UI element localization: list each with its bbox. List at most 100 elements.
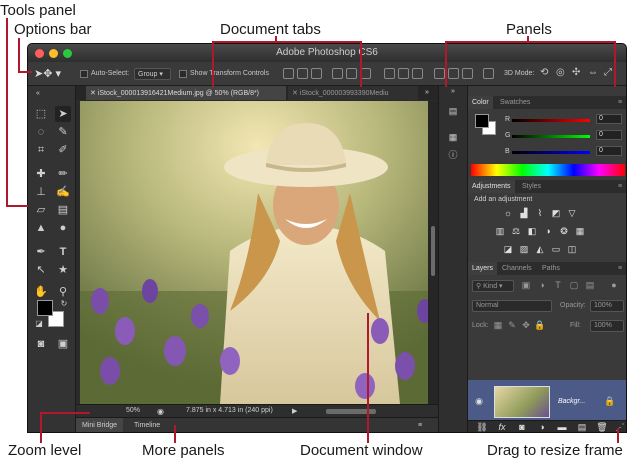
curves-icon[interactable]: ⌇ (534, 208, 546, 219)
b-value-field[interactable]: 0 (596, 146, 622, 156)
vertical-scroll-thumb[interactable] (431, 226, 435, 276)
lasso-tool-icon[interactable]: ◌ (33, 124, 49, 140)
distribute-top-icon[interactable] (384, 68, 395, 79)
zoom-level-field[interactable]: 50% (126, 407, 140, 414)
hand-tool-icon[interactable]: ✋ (33, 284, 49, 300)
gradient-tool-icon[interactable]: ▤ (55, 202, 71, 218)
align-hcenter-icon[interactable] (346, 68, 357, 79)
distribute-bottom-icon[interactable] (412, 68, 423, 79)
quick-mask-icon[interactable]: ◙ (33, 336, 49, 352)
dodge-tool-icon[interactable]: ● (55, 220, 71, 236)
document-tab-active[interactable]: ✕ iStock_000013916421Medium.jpg @ 50% (R… (86, 86, 286, 100)
properties-panel-icon[interactable]: ▦ (446, 132, 460, 144)
color-lookup-icon[interactable]: ▦ (574, 226, 586, 237)
distribute-vcenter-icon[interactable] (398, 68, 409, 79)
delete-layer-icon[interactable]: 🗑 (596, 422, 608, 432)
path-select-tool-icon[interactable]: ↖ (33, 262, 49, 278)
distribute-right-icon[interactable] (462, 68, 473, 79)
b-slider[interactable] (512, 151, 590, 154)
layer-kind-filter[interactable]: ⚲ Kind ▾ (472, 280, 514, 292)
adjustments-panel-menu-icon[interactable]: ≡ (614, 180, 626, 193)
tab-close-icon[interactable]: ✕ (292, 90, 300, 97)
collapse-tools-icon[interactable]: « (30, 86, 46, 102)
opacity-field[interactable]: 100% (590, 300, 624, 312)
exposure-icon[interactable]: ◩ (550, 208, 562, 219)
blur-tool-icon[interactable]: ▲ (33, 220, 49, 236)
distribute-left-icon[interactable] (434, 68, 445, 79)
levels-icon[interactable]: ▟ (518, 208, 530, 219)
color-foreground-swatch[interactable] (475, 114, 489, 128)
posterize-icon[interactable]: ▨ (518, 244, 530, 255)
tab-swatches[interactable]: Swatches (496, 96, 534, 109)
layers-panel-menu-icon[interactable]: ≡ (614, 262, 626, 275)
3d-slide-icon[interactable]: ⇔ (588, 67, 598, 78)
history-panel-icon[interactable]: ▤ (446, 106, 460, 118)
filter-pixel-icon[interactable]: ▣ (520, 280, 532, 291)
more-tabs-icon[interactable]: » (421, 86, 433, 100)
move-tool-preset-icon[interactable]: ➤✥ ▾ (34, 67, 61, 80)
3d-pan-icon[interactable]: ✣ (572, 67, 580, 78)
filter-shape-icon[interactable]: ▢ (568, 280, 580, 291)
crop-tool-icon[interactable]: ⌗ (33, 142, 49, 158)
eyedropper-tool-icon[interactable]: ✐ (55, 142, 71, 158)
g-value-field[interactable]: 0 (596, 130, 622, 140)
threshold-icon[interactable]: ◭ (534, 244, 546, 255)
tab-timeline[interactable]: Timeline (128, 418, 166, 432)
layer-style-icon[interactable]: fx (496, 422, 508, 432)
status-arrow-icon[interactable]: ▶ (292, 407, 297, 415)
brush-tool-icon[interactable]: ✏ (55, 166, 71, 182)
tab-layers[interactable]: Layers (468, 262, 498, 275)
align-left-icon[interactable] (332, 68, 343, 79)
auto-align-icon[interactable] (483, 68, 494, 79)
expand-dock-icon[interactable]: » (446, 88, 460, 100)
new-adjustment-layer-icon[interactable]: ◑ (536, 422, 548, 432)
lock-pixels-icon[interactable]: ✎ (506, 320, 518, 331)
pen-tool-icon[interactable]: ✒ (33, 244, 49, 260)
blend-mode-dropdown[interactable]: Normal (472, 300, 552, 312)
shape-tool-icon[interactable]: ★ (55, 262, 71, 278)
healing-brush-tool-icon[interactable]: ✚ (33, 166, 49, 182)
bottom-panel-menu-icon[interactable]: ≡ (412, 418, 428, 432)
info-panel-icon[interactable]: ⓘ (446, 148, 460, 160)
swap-colors-icon[interactable]: ↻ (56, 296, 72, 312)
r-value-field[interactable]: 0 (596, 114, 622, 124)
selective-color-icon[interactable]: ◫ (566, 244, 578, 255)
invert-icon[interactable]: ◪ (502, 244, 514, 255)
photo-filter-icon[interactable]: ◑ (542, 226, 554, 237)
clone-stamp-tool-icon[interactable]: ⊥ (33, 184, 49, 200)
add-mask-icon[interactable]: ◙ (516, 422, 528, 432)
foreground-color-swatch[interactable] (37, 300, 53, 316)
filter-adjustment-icon[interactable]: ◑ (536, 280, 548, 291)
tab-close-icon[interactable]: ✕ (90, 90, 98, 97)
color-panel-menu-icon[interactable]: ≡ (614, 96, 626, 109)
tab-mini-bridge[interactable]: Mini Bridge (76, 418, 124, 432)
align-vcenter-icon[interactable] (297, 68, 308, 79)
align-top-icon[interactable] (283, 68, 294, 79)
history-brush-tool-icon[interactable]: ✍ (55, 184, 71, 200)
brightness-contrast-icon[interactable]: ☼ (502, 208, 514, 219)
tab-channels[interactable]: Channels (498, 262, 536, 275)
3d-rotate-icon[interactable]: ⟲ (540, 67, 548, 78)
color-spectrum-ramp[interactable] (471, 164, 625, 176)
fill-field[interactable]: 100% (590, 320, 624, 332)
tab-paths[interactable]: Paths (538, 262, 564, 275)
filter-toggle-icon[interactable]: ● (608, 280, 620, 291)
tab-adjustments[interactable]: Adjustments (468, 180, 515, 193)
color-balance-icon[interactable]: ⚖ (510, 226, 522, 237)
lock-position-icon[interactable]: ✥ (520, 320, 532, 331)
status-menu-icon[interactable]: ◉ (157, 407, 164, 416)
tab-styles[interactable]: Styles (518, 180, 545, 193)
vertical-scrollbar[interactable] (428, 101, 438, 404)
new-group-icon[interactable]: ▬ (556, 422, 568, 432)
3d-roll-icon[interactable]: ◎ (556, 67, 565, 78)
filter-type-icon[interactable]: T (552, 280, 564, 291)
show-transform-checkbox[interactable] (179, 70, 187, 78)
tab-color[interactable]: Color (468, 96, 493, 109)
new-layer-icon[interactable]: ▤ (576, 422, 588, 432)
resize-grip-icon[interactable]: ⋰ (614, 422, 626, 432)
lock-all-icon[interactable]: 🔒 (534, 320, 546, 331)
document-tab-inactive[interactable]: ✕ iStock_000003993390Mediu (288, 86, 418, 100)
document-canvas[interactable] (80, 101, 435, 404)
r-slider[interactable] (512, 119, 590, 122)
auto-select-checkbox[interactable] (80, 70, 88, 78)
